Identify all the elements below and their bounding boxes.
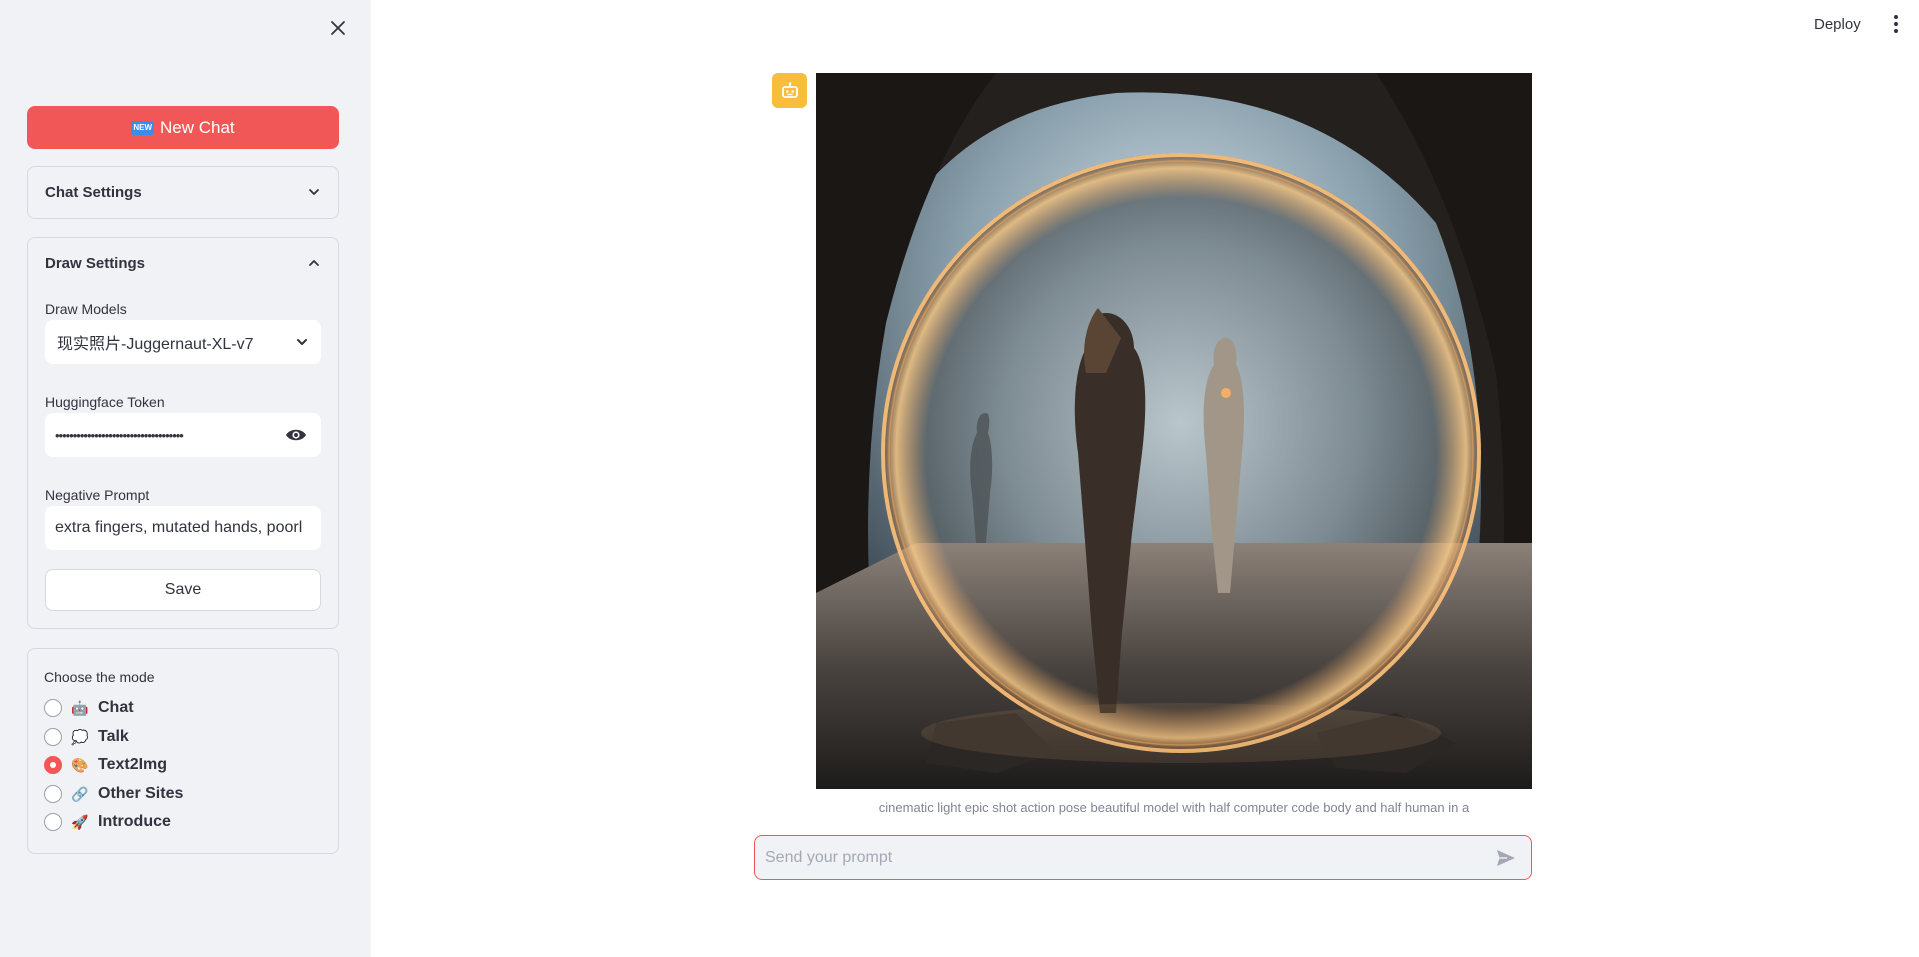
new-badge-icon: NEW bbox=[131, 120, 155, 135]
mode-selector: Choose the mode 🤖 Chat 💭 Talk 🎨 Text2Img… bbox=[27, 648, 339, 854]
robot-icon: 🤖 bbox=[71, 699, 89, 716]
mode-option-chat[interactable]: 🤖 Chat bbox=[44, 699, 134, 717]
draw-models-label: Draw Models bbox=[45, 301, 127, 317]
huggingface-token-label: Huggingface Token bbox=[45, 394, 165, 410]
mode-option-label: Other Sites bbox=[98, 785, 184, 802]
chat-settings-header[interactable]: Chat Settings bbox=[28, 167, 338, 217]
menu-dot bbox=[1894, 22, 1898, 26]
deploy-button[interactable]: Deploy bbox=[1810, 14, 1865, 35]
negative-prompt-value: extra fingers, mutated hands, poorl bbox=[55, 519, 303, 536]
mode-option-text2img[interactable]: 🎨 Text2Img bbox=[44, 756, 167, 774]
huggingface-token-field[interactable]: •••••••••••••••••••••••••••••••••••• bbox=[45, 413, 321, 457]
radio-button-selected[interactable] bbox=[44, 756, 62, 774]
huggingface-token-value: •••••••••••••••••••••••••••••••••••• bbox=[55, 427, 184, 443]
chat-input-box[interactable] bbox=[754, 835, 1532, 880]
radio-button[interactable] bbox=[44, 785, 62, 803]
close-icon bbox=[331, 21, 345, 35]
draw-settings-header[interactable]: Draw Settings bbox=[28, 238, 338, 288]
menu-dot bbox=[1894, 29, 1898, 33]
sidebar: NEW New Chat Chat Settings Draw Settings… bbox=[0, 0, 371, 957]
mode-option-label: Text2Img bbox=[98, 756, 168, 773]
chevron-down-icon bbox=[297, 339, 307, 345]
show-password-button[interactable] bbox=[281, 428, 311, 442]
radio-button[interactable] bbox=[44, 813, 62, 831]
mode-option-label: Chat bbox=[98, 699, 134, 716]
draw-models-select[interactable]: 现实照片-Juggernaut-XL-v7 bbox=[45, 320, 321, 364]
mode-option-talk[interactable]: 💭 Talk bbox=[44, 728, 129, 746]
negative-prompt-label: Negative Prompt bbox=[45, 487, 150, 503]
image-caption: cinematic light epic shot action pose be… bbox=[878, 800, 1470, 815]
thought-bubble-icon: 💭 bbox=[71, 728, 89, 745]
main-menu-button[interactable] bbox=[1888, 13, 1904, 35]
new-chat-label: New Chat bbox=[160, 117, 235, 137]
draw-models-value: 现实照片-Juggernaut-XL-v7 bbox=[57, 336, 254, 353]
mode-option-label: Introduce bbox=[98, 813, 171, 830]
mode-option-label: Talk bbox=[98, 728, 129, 745]
negative-prompt-field[interactable]: extra fingers, mutated hands, poorl bbox=[45, 506, 321, 550]
rocket-icon: 🚀 bbox=[71, 813, 89, 830]
bot-icon bbox=[781, 81, 798, 98]
chat-settings-expander: Chat Settings bbox=[27, 166, 339, 219]
mode-option-other-sites[interactable]: 🔗 Other Sites bbox=[44, 785, 183, 803]
prompt-input[interactable] bbox=[765, 848, 1491, 867]
close-sidebar-button[interactable] bbox=[324, 14, 352, 42]
draw-settings-expander: Draw Settings Draw Models 现实照片-Juggernau… bbox=[27, 237, 339, 629]
chat-settings-label: Chat Settings bbox=[45, 183, 142, 201]
assistant-avatar bbox=[772, 73, 807, 108]
menu-dot bbox=[1894, 15, 1898, 19]
chevron-up-icon bbox=[309, 260, 319, 266]
generated-image bbox=[816, 73, 1532, 789]
save-button[interactable]: Save bbox=[45, 569, 321, 611]
draw-settings-label: Draw Settings bbox=[45, 254, 146, 272]
link-icon: 🔗 bbox=[71, 785, 89, 802]
radio-button[interactable] bbox=[44, 728, 62, 746]
send-icon bbox=[1497, 849, 1515, 866]
new-chat-button[interactable]: NEW New Chat bbox=[27, 106, 339, 149]
send-button[interactable] bbox=[1491, 849, 1521, 867]
chevron-down-icon bbox=[309, 189, 319, 195]
eye-icon bbox=[286, 429, 306, 441]
radio-button[interactable] bbox=[44, 699, 62, 717]
palette-icon: 🎨 bbox=[71, 756, 89, 773]
mode-title: Choose the mode bbox=[44, 669, 155, 685]
mode-option-introduce[interactable]: 🚀 Introduce bbox=[44, 813, 171, 831]
